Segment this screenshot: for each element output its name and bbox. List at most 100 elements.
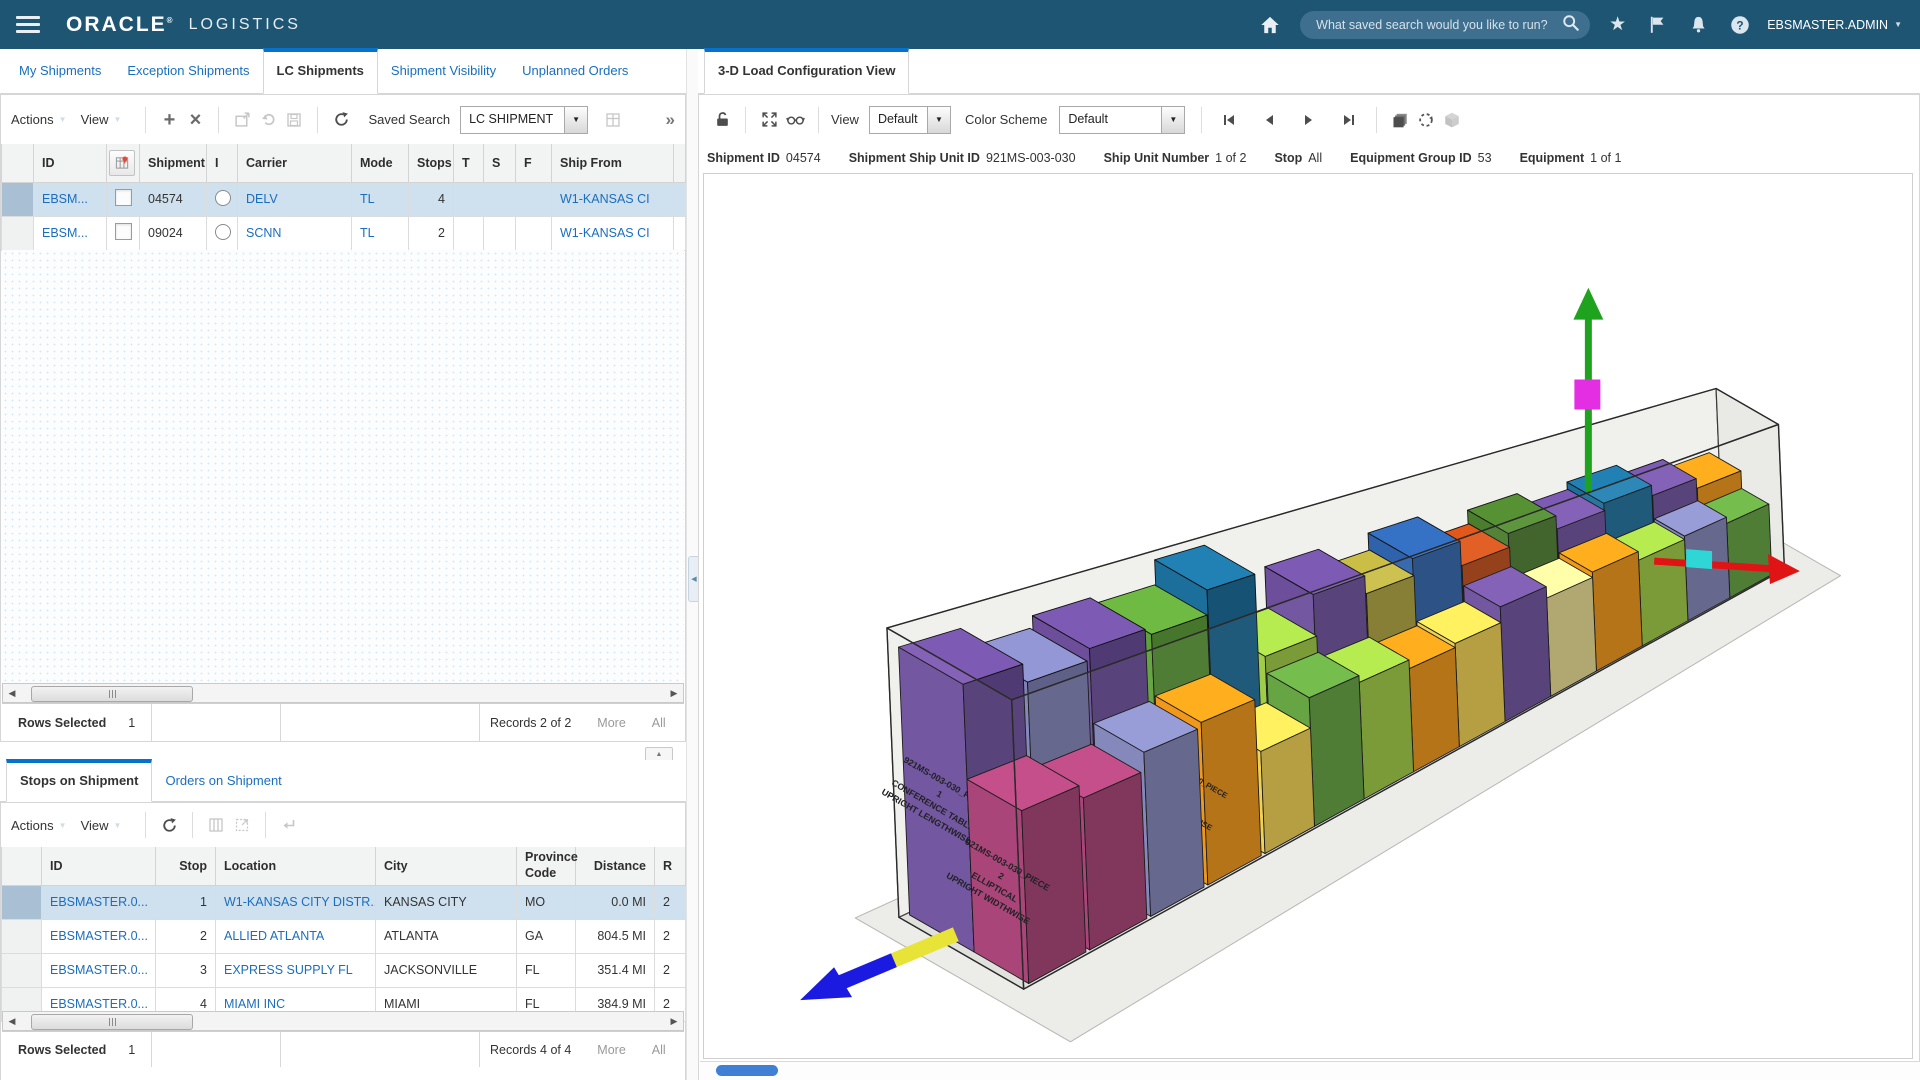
- saved-search-input[interactable]: [1314, 17, 1562, 33]
- scroll-left-icon[interactable]: ◀: [3, 1012, 21, 1030]
- search-icon[interactable]: [1562, 14, 1580, 35]
- tab-shipment-visibility[interactable]: Shipment Visibility: [378, 49, 509, 93]
- view-dropdown[interactable]: Default ▼: [869, 106, 951, 134]
- color-scheme-dropdown[interactable]: Default ▼: [1059, 106, 1185, 134]
- load-3d-canvas[interactable]: 921MS-003-030_PIECE1ELLIPTICALUPRIGHT LE…: [703, 173, 1913, 1059]
- col-ship-from[interactable]: Ship From: [552, 144, 674, 182]
- col-province-code[interactable]: Province Code: [517, 847, 576, 885]
- indicator-radio[interactable]: [215, 224, 231, 240]
- map-pin-column-header[interactable]: [107, 144, 140, 182]
- detach-icon[interactable]: [229, 107, 255, 133]
- shipment-row-1[interactable]: EBSM... 04574 DELV TL 4 W1-KANSAS CI: [2, 182, 686, 216]
- col-shipment[interactable]: Shipment: [140, 144, 207, 182]
- flag-icon[interactable]: [1648, 15, 1667, 34]
- col-stops[interactable]: Stops: [409, 144, 454, 182]
- col-id[interactable]: ID: [34, 144, 107, 182]
- row-gutter[interactable]: [2, 953, 42, 987]
- location-link[interactable]: W1-KANSAS CITY DISTR...: [224, 895, 376, 909]
- row-gutter[interactable]: [2, 919, 42, 953]
- scroll-right-icon[interactable]: ▶: [665, 1012, 683, 1030]
- layers-icon[interactable]: [1387, 107, 1413, 133]
- help-icon[interactable]: ?: [1730, 15, 1750, 35]
- carrier-link[interactable]: DELV: [246, 192, 278, 206]
- location-link[interactable]: ALLIED ATLANTA: [224, 929, 324, 943]
- scrollbar-thumb[interactable]: [31, 686, 193, 702]
- location-link[interactable]: EXPRESS SUPPLY FL: [224, 963, 353, 977]
- shipment-id-link[interactable]: EBSM...: [42, 192, 88, 206]
- actions-menu[interactable]: Actions▼: [11, 112, 67, 127]
- location-link[interactable]: MIAMI INC: [224, 997, 285, 1011]
- go-to-icon[interactable]: [276, 812, 302, 838]
- viewer-hscrollbar[interactable]: [700, 1061, 1920, 1080]
- records-all-button[interactable]: All: [652, 1043, 666, 1057]
- favorites-star-icon[interactable]: ★: [1609, 15, 1626, 34]
- 3d-glasses-icon[interactable]: [782, 107, 808, 133]
- freeze-columns-icon[interactable]: [203, 812, 229, 838]
- stop-row-1[interactable]: EBSMASTER.0... 1 W1-KANSAS CITY DISTR...…: [2, 885, 686, 919]
- user-menu[interactable]: EBSMASTER.ADMIN ▼: [1767, 18, 1902, 32]
- query-panel-icon[interactable]: [600, 107, 626, 133]
- ship-from-link[interactable]: W1-KANSAS CI: [560, 192, 650, 206]
- scroll-left-icon[interactable]: ◀: [3, 684, 21, 702]
- home-icon[interactable]: [1259, 15, 1281, 35]
- refresh-icon[interactable]: [156, 812, 182, 838]
- stop-id-link[interactable]: EBSMASTER.0...: [50, 895, 148, 909]
- rotate-view-icon[interactable]: [1413, 107, 1439, 133]
- stops-hscrollbar[interactable]: ◀ ▶: [2, 1011, 684, 1031]
- detach-table-icon[interactable]: [229, 812, 255, 838]
- mode-link[interactable]: TL: [360, 226, 375, 240]
- col-clipped[interactable]: R: [655, 847, 686, 885]
- delete-icon[interactable]: ×: [182, 107, 208, 133]
- col-f[interactable]: F: [516, 144, 552, 182]
- previous-ship-unit-icon[interactable]: [1256, 107, 1282, 133]
- col-mode[interactable]: Mode: [352, 144, 409, 182]
- records-more-button[interactable]: More: [597, 716, 625, 730]
- tab-unplanned-orders[interactable]: Unplanned Orders: [509, 49, 641, 93]
- col-carrier[interactable]: Carrier: [238, 144, 352, 182]
- last-ship-unit-icon[interactable]: [1336, 107, 1362, 133]
- records-all-button[interactable]: All: [652, 716, 666, 730]
- stop-id-link[interactable]: EBSMASTER.0...: [50, 929, 148, 943]
- tab-orders-on-shipment[interactable]: Orders on Shipment: [152, 760, 294, 801]
- actions-menu[interactable]: Actions▼: [11, 818, 67, 833]
- saved-search-dropdown[interactable]: LC SHIPMENT ▼: [460, 106, 588, 134]
- shipment-id-link[interactable]: EBSM...: [42, 226, 88, 240]
- tab-lc-shipments[interactable]: LC Shipments: [263, 48, 378, 94]
- cube-icon[interactable]: [1439, 107, 1465, 133]
- row-gutter[interactable]: [2, 182, 34, 216]
- hamburger-menu-icon[interactable]: [16, 16, 40, 33]
- ship-from-link[interactable]: W1-KANSAS CI: [560, 226, 650, 240]
- view-menu[interactable]: View▼: [81, 112, 122, 127]
- row-checkbox[interactable]: [115, 189, 132, 206]
- scrollbar-thumb[interactable]: [716, 1065, 778, 1076]
- col-stop[interactable]: Stop: [156, 847, 216, 885]
- records-more-button[interactable]: More: [597, 1043, 625, 1057]
- stop-row-3[interactable]: EBSMASTER.0... 3 EXPRESS SUPPLY FL JACKS…: [2, 953, 686, 987]
- first-ship-unit-icon[interactable]: [1216, 107, 1242, 133]
- toolbar-overflow-chevrons[interactable]: »: [666, 110, 675, 130]
- col-s[interactable]: S: [484, 144, 516, 182]
- stop-id-link[interactable]: EBSMASTER.0...: [50, 997, 148, 1011]
- refresh-icon[interactable]: [328, 107, 354, 133]
- col-t[interactable]: T: [454, 144, 484, 182]
- shipments-hscrollbar[interactable]: ◀ ▶: [2, 683, 684, 703]
- col-id[interactable]: ID: [42, 847, 156, 885]
- col-location[interactable]: Location: [216, 847, 376, 885]
- map-pin-icon[interactable]: [109, 150, 135, 176]
- next-ship-unit-icon[interactable]: [1296, 107, 1322, 133]
- shipment-row-2[interactable]: EBSM... 09024 SCNN TL 2 W1-KANSAS CI: [2, 216, 686, 250]
- mode-link[interactable]: TL: [360, 192, 375, 206]
- tab-my-shipments[interactable]: My Shipments: [6, 49, 114, 93]
- col-distance[interactable]: Distance: [576, 847, 655, 885]
- carrier-link[interactable]: SCNN: [246, 226, 281, 240]
- saved-search-box[interactable]: [1300, 11, 1590, 39]
- tab-3d-load-configuration-view[interactable]: 3-D Load Configuration View: [704, 48, 909, 94]
- fit-to-window-icon[interactable]: [756, 107, 782, 133]
- row-checkbox[interactable]: [115, 223, 132, 240]
- view-menu[interactable]: View▼: [81, 818, 122, 833]
- add-icon[interactable]: +: [156, 107, 182, 133]
- row-gutter[interactable]: [2, 216, 34, 250]
- scroll-right-icon[interactable]: ▶: [665, 684, 683, 702]
- tab-stops-on-shipment[interactable]: Stops on Shipment: [6, 759, 152, 802]
- col-city[interactable]: City: [376, 847, 517, 885]
